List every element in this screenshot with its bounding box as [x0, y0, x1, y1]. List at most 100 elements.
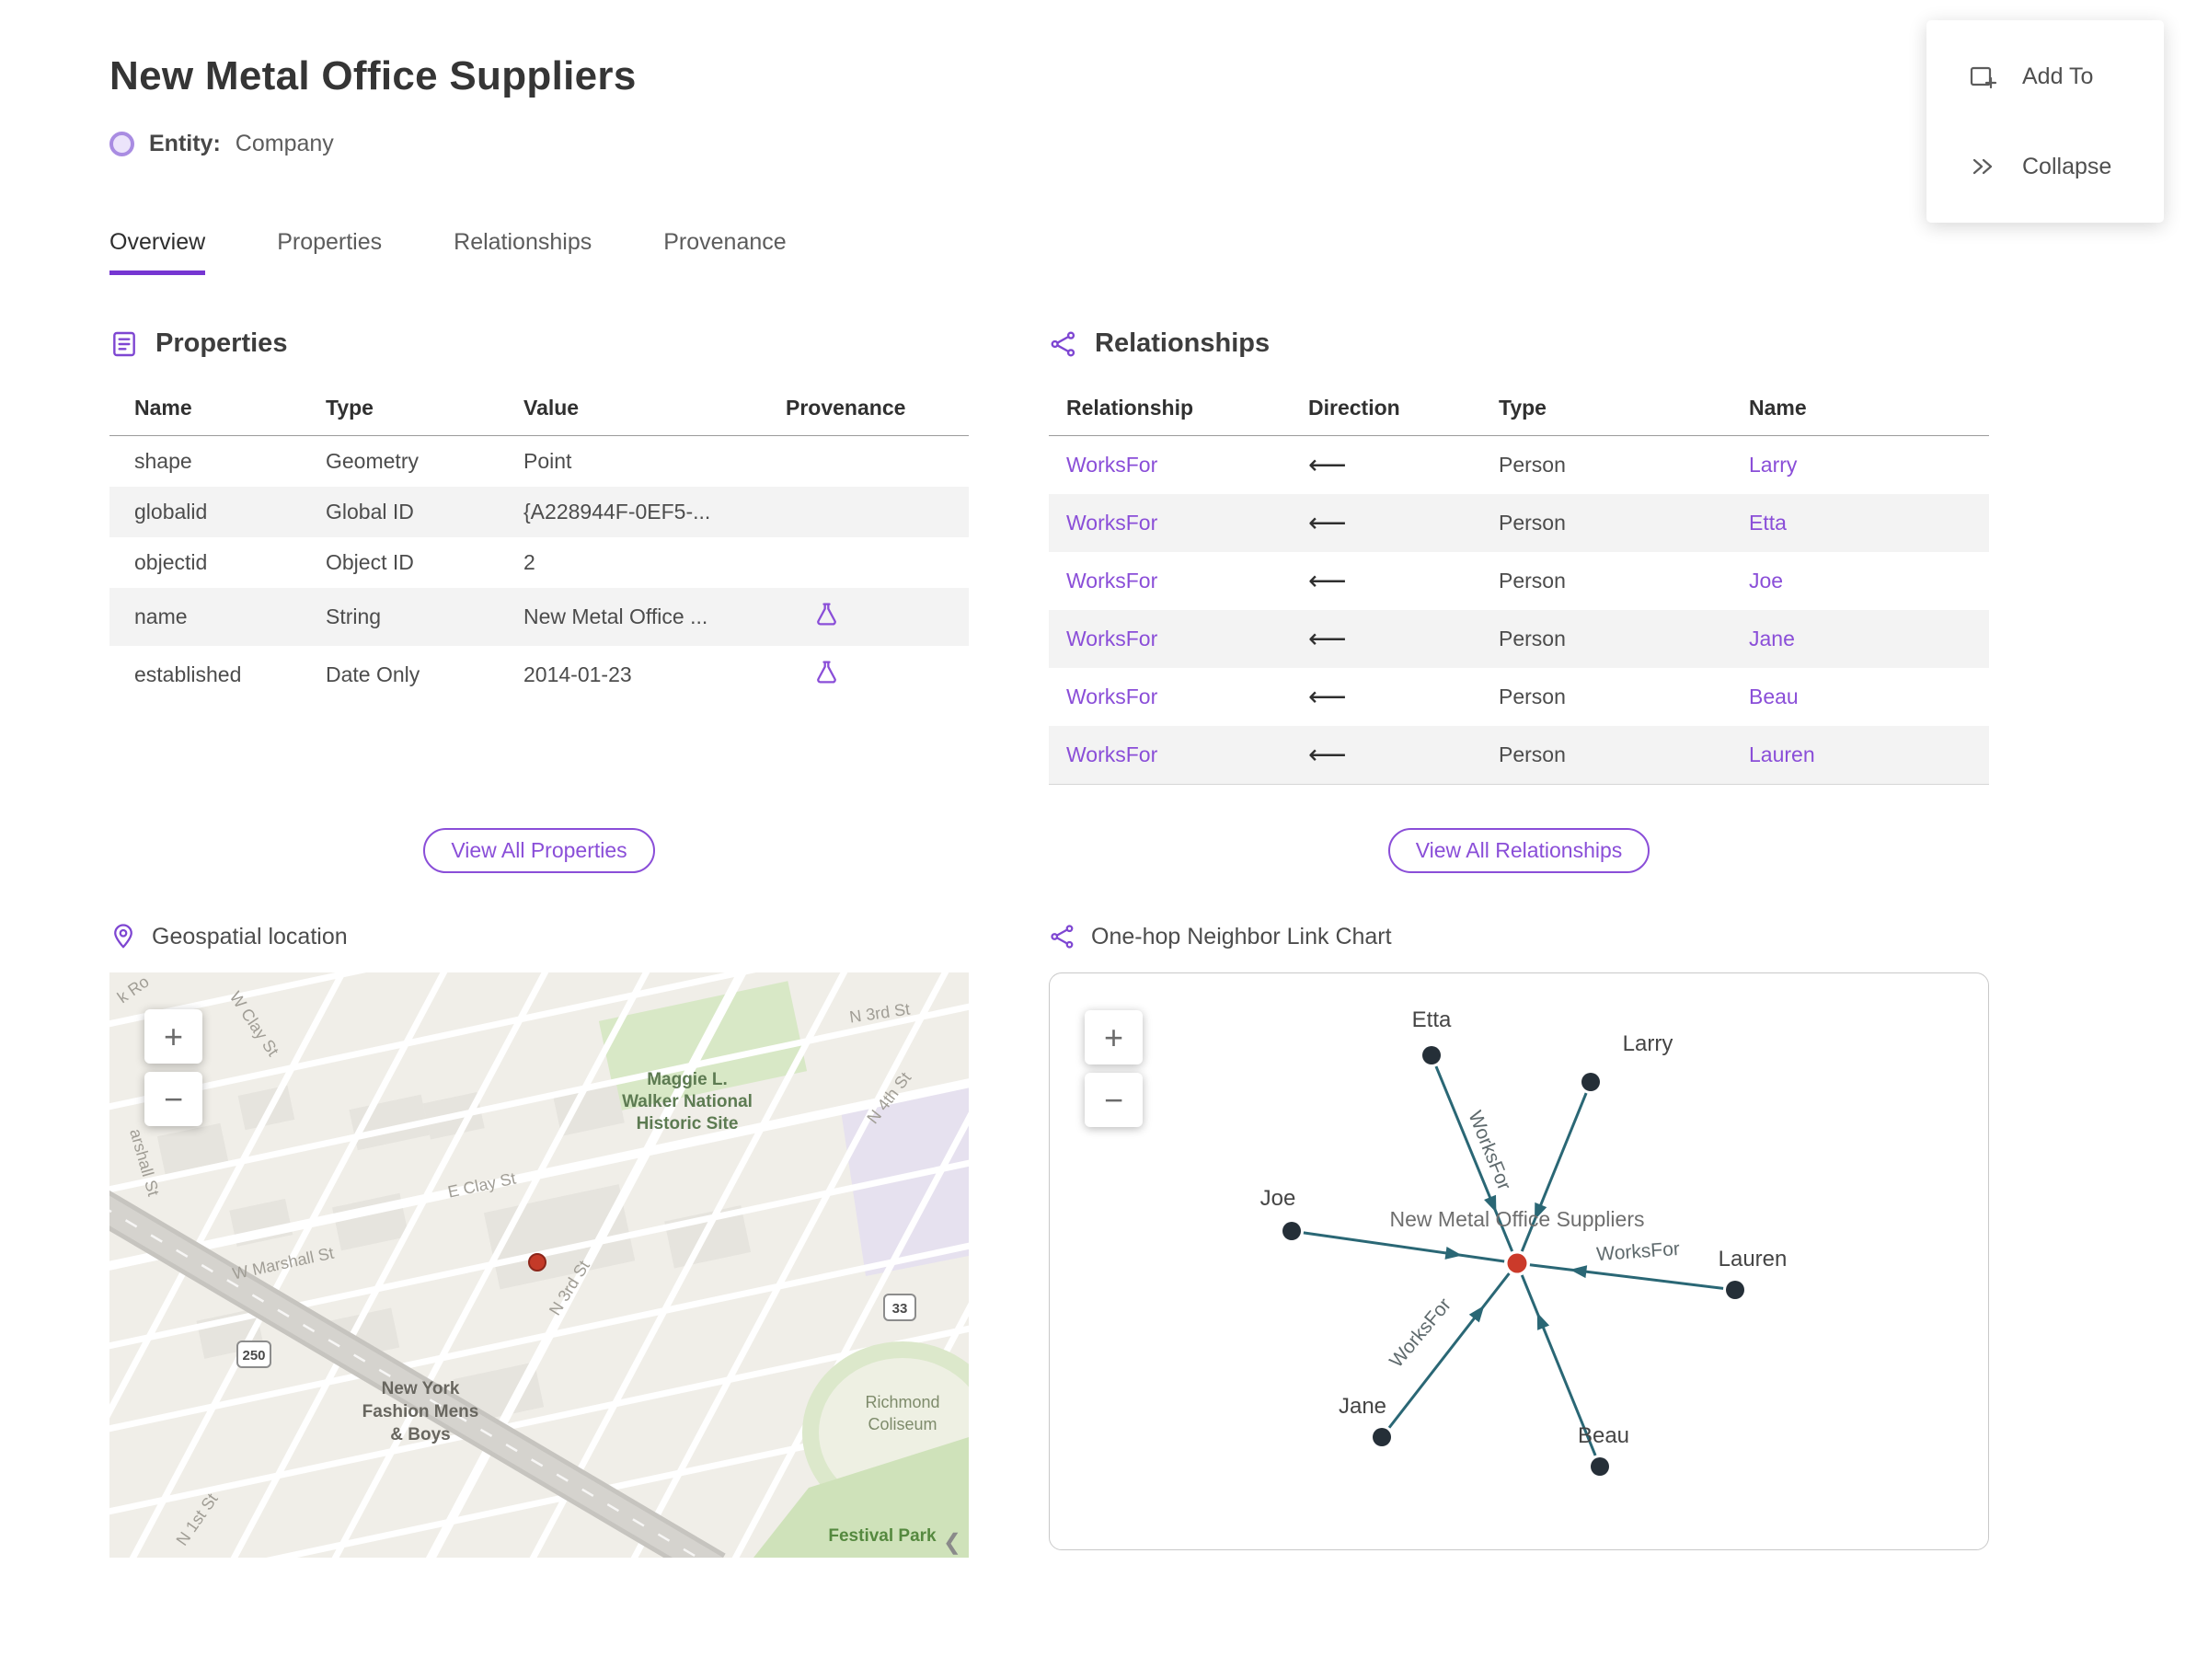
map-zoom-out-button[interactable]: − [144, 1072, 202, 1126]
property-name: established [134, 662, 242, 686]
relationship-link[interactable]: WorksFor [1066, 569, 1157, 593]
link-chart-center-node[interactable] [1507, 1253, 1527, 1273]
provenance-flask-icon[interactable] [813, 603, 840, 632]
col-value: Value [514, 381, 776, 436]
relationships-section-header: Relationships [1049, 328, 1989, 359]
property-provenance [776, 646, 969, 704]
direction-arrow: ⟵ [1308, 683, 1347, 712]
link-chart-edge [1529, 1263, 1724, 1290]
link-chart-node[interactable] [1373, 1428, 1391, 1446]
link-chart-zoom-in-button[interactable]: + [1085, 1010, 1143, 1064]
entity-row: Entity: Company [109, 131, 2164, 157]
table-row: WorksFor ⟵ Person Jane [1049, 610, 1989, 668]
table-row: objectid Object ID 2 [109, 537, 969, 588]
place-label: & Boys [390, 1425, 450, 1444]
relationships-section: Relationships Relationship Direction Typ… [1049, 328, 1989, 879]
provenance-flask-icon[interactable] [813, 661, 840, 690]
entity-value: Company [235, 131, 334, 156]
link-chart-canvas[interactable]: + − WorksFor WorksFor WorksFor Etta Larry Joe… [1049, 972, 1989, 1550]
table-row: WorksFor ⟵ Person Joe [1049, 552, 1989, 610]
link-chart-section: One-hop Neighbor Link Chart + − WorksFor… [1049, 923, 1989, 1558]
related-entity-link[interactable]: Beau [1749, 685, 1799, 708]
properties-title: Properties [155, 328, 288, 358]
related-type: Person [1499, 685, 1566, 708]
link-chart-node-label: Lauren [1719, 1247, 1788, 1272]
property-type: Date Only [326, 662, 420, 686]
related-entity-link[interactable]: Lauren [1749, 742, 1815, 766]
property-provenance [776, 436, 969, 488]
page-title: New Metal Office Suppliers [109, 53, 637, 98]
actions-card: Add To Collapse [1926, 20, 2164, 223]
tab-provenance[interactable]: Provenance [663, 229, 786, 275]
property-type: Geometry [326, 449, 419, 473]
col-name: Name [1740, 381, 1989, 436]
property-provenance [776, 537, 969, 588]
property-value: Point [523, 449, 572, 473]
table-row: shape Geometry Point [109, 436, 969, 488]
col-name: Name [109, 381, 316, 436]
collapse-button[interactable]: Collapse [1926, 121, 2164, 212]
link-chart-arrowhead-icon [1536, 1312, 1550, 1330]
document-icon [113, 331, 135, 356]
property-value: 2 [523, 550, 535, 574]
link-chart-node-label: Etta [1412, 1007, 1452, 1032]
col-direction: Direction [1299, 381, 1489, 436]
tab-overview[interactable]: Overview [109, 229, 206, 275]
relationships-table: Relationship Direction Type Name WorksFo… [1049, 381, 1989, 785]
link-chart-node[interactable] [1591, 1457, 1609, 1476]
link-chart-edge-label: WorksFor [1596, 1238, 1681, 1265]
direction-arrow: ⟵ [1308, 451, 1347, 480]
link-chart-zoom-out-button[interactable]: − [1085, 1073, 1143, 1127]
entity-label: Entity: [149, 131, 221, 156]
tab-bar: Overview Properties Relationships Proven… [109, 229, 2164, 275]
geospatial-header: Geospatial location [109, 923, 969, 950]
place-label: Festival Park [828, 1526, 937, 1546]
map-zoom-in-button[interactable]: + [144, 1009, 202, 1064]
place-label: Historic Site [637, 1114, 739, 1133]
relationship-link[interactable]: WorksFor [1066, 627, 1157, 650]
properties-table: Name Type Value Provenance shape Geometr… [109, 381, 969, 704]
related-entity-link[interactable]: Larry [1749, 453, 1797, 477]
table-row: name String New Metal Office ... [109, 588, 969, 646]
relationship-link[interactable]: WorksFor [1066, 453, 1157, 477]
place-label: Maggie L. [647, 1070, 728, 1089]
relationship-link[interactable]: WorksFor [1066, 511, 1157, 535]
property-type: String [326, 604, 382, 628]
col-type: Type [316, 381, 514, 436]
add-to-button[interactable]: Add To [1926, 31, 2164, 121]
property-value: New Metal Office ... [523, 604, 708, 628]
link-chart-node-label: Beau [1578, 1423, 1629, 1448]
col-provenance: Provenance [776, 381, 969, 436]
add-to-label: Add To [2022, 63, 2094, 89]
table-row: WorksFor ⟵ Person Larry [1049, 436, 1989, 495]
related-entity-link[interactable]: Jane [1749, 627, 1795, 650]
direction-arrow: ⟵ [1308, 567, 1347, 596]
link-chart-node[interactable] [1282, 1222, 1301, 1240]
link-chart-node[interactable] [1726, 1281, 1744, 1299]
map-location-marker [528, 1253, 546, 1272]
link-chart-node-label: Larry [1623, 1031, 1673, 1056]
relationship-link[interactable]: WorksFor [1066, 742, 1157, 766]
link-chart-node[interactable] [1581, 1073, 1600, 1091]
property-provenance [776, 487, 969, 537]
tab-relationships[interactable]: Relationships [454, 229, 592, 275]
view-all-properties-button[interactable]: View All Properties [423, 828, 655, 873]
map-attribution-toggle[interactable]: ❮ [943, 1529, 961, 1556]
tab-properties[interactable]: Properties [277, 229, 382, 275]
link-chart-title: One-hop Neighbor Link Chart [1091, 923, 1392, 949]
route-shield-250: 250 [242, 1348, 265, 1364]
map-canvas[interactable]: + − 250 33 k Ro W Clay St N 3rd St N 4th… [109, 972, 969, 1558]
link-chart-center-label: New Metal Office Suppliers [1390, 1207, 1645, 1231]
place-label: Fashion Mens [362, 1402, 479, 1421]
property-value: {A228944F-0EF5-... [523, 500, 711, 524]
related-entity-link[interactable]: Joe [1749, 569, 1783, 593]
relationship-link[interactable]: WorksFor [1066, 685, 1157, 708]
map-zoom-control: + − [144, 1009, 202, 1126]
related-type: Person [1499, 627, 1566, 650]
geospatial-title: Geospatial location [152, 923, 348, 949]
properties-section: Properties Name Type Value Provenance sh… [109, 328, 969, 879]
view-all-relationships-button[interactable]: View All Relationships [1387, 828, 1650, 873]
link-chart-node[interactable] [1422, 1046, 1441, 1064]
place-label: Walker National [622, 1092, 753, 1111]
related-entity-link[interactable]: Etta [1749, 511, 1787, 535]
